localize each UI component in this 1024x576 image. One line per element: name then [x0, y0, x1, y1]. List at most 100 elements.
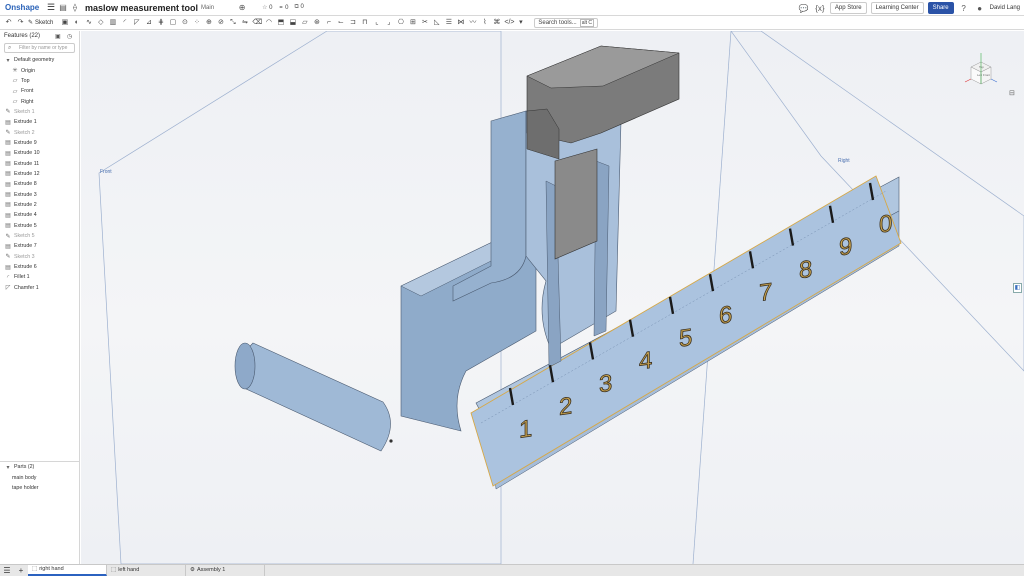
feature-item-extrude-12[interactable]: ▤ Extrude 12 — [0, 169, 79, 179]
loft-tool-icon[interactable]: ◇ — [96, 18, 105, 27]
feature-item-front[interactable]: ▱ Front — [0, 86, 79, 96]
feature-item-chamfer-1[interactable]: ◸ Chamfer 1 — [0, 283, 79, 293]
feature-item-extrude-1[interactable]: ▤ Extrude 1 — [0, 117, 79, 127]
sheet-metal-icon[interactable]: ⌐ — [324, 18, 333, 27]
hole-tool-icon[interactable]: ⊙ — [180, 18, 189, 27]
fillet-tool-icon[interactable]: ◜ — [120, 18, 129, 27]
shell-tool-icon[interactable]: ▢ — [168, 18, 177, 27]
mirror-tool-icon[interactable]: ⇋ — [240, 18, 249, 27]
feature-item-extrude-7[interactable]: ▤ Extrude 7 — [0, 241, 79, 251]
delete-part-icon[interactable]: ⌫ — [252, 18, 262, 27]
feature-item-extrude-2[interactable]: ▤ Extrude 2 — [0, 200, 79, 210]
document-title[interactable]: maslow measurement tool — [85, 3, 198, 13]
sweep-tool-icon[interactable]: ∿ — [84, 18, 93, 27]
modify-fillet-icon[interactable]: ◠ — [264, 18, 273, 27]
split-tool-icon[interactable]: ⊘ — [216, 18, 225, 27]
document-icon[interactable]: ▤ — [57, 3, 69, 12]
feature-item-right[interactable]: ▱ Right — [0, 96, 79, 106]
view-options-icon[interactable]: ⊟ — [1009, 90, 1015, 97]
corner-icon[interactable]: ⌞ — [372, 18, 381, 27]
display-states-icon[interactable]: ▣ — [55, 33, 61, 40]
curve-icon[interactable]: 〰 — [468, 18, 477, 27]
hem-icon[interactable]: ⊐ — [348, 18, 357, 27]
feature-item-origin[interactable]: ✳ Origin — [0, 65, 79, 75]
add-tab-icon[interactable]: + — [14, 565, 28, 576]
versions-icon[interactable]: ⟠ — [69, 3, 81, 12]
revolve-tool-icon[interactable]: ◐ — [72, 18, 81, 27]
boolean-tool-icon[interactable]: ⊕ — [204, 18, 213, 27]
rib-tool-icon[interactable]: ⋕ — [156, 18, 165, 27]
code-icon[interactable]: </> — [504, 18, 514, 27]
plane-tool-icon[interactable]: ▱ — [300, 18, 309, 27]
part-item-tape-holder[interactable]: tape holder — [0, 483, 79, 493]
avatar[interactable]: ● — [974, 4, 986, 13]
feature-item-fillet-1[interactable]: ◜ Fillet 1 — [0, 272, 79, 282]
replace-face-icon[interactable]: ⬒ — [276, 18, 285, 27]
feature-item-extrude-4[interactable]: ▤ Extrude 4 — [0, 210, 79, 220]
globe-icon[interactable]: ⊕ — [236, 3, 248, 12]
weld-icon[interactable]: ⋈ — [456, 18, 465, 27]
mate-connector-icon[interactable]: ⊛ — [312, 18, 321, 27]
parts-header[interactable]: ▾ Parts (2) — [0, 462, 79, 472]
link-count[interactable]: ⚭ 0 — [278, 4, 288, 11]
feature-item-sketch-3[interactable]: ✎ Sketch 3 — [0, 252, 79, 262]
copy-count[interactable]: ⧉ 0 — [295, 4, 304, 11]
search-tools-button[interactable]: Search tools... alt C — [534, 17, 599, 28]
flange-icon[interactable]: ⌙ — [336, 18, 345, 27]
feature-item-top[interactable]: ▱ Top — [0, 76, 79, 86]
model-view[interactable]: Front Right 1234567890 Left Front Top ⊟ — [81, 31, 1024, 564]
feature-item-extrude-10[interactable]: ▤ Extrude 10 — [0, 148, 79, 158]
frame-icon[interactable]: ⊞ — [408, 18, 417, 27]
like-count[interactable]: ☆ 0 — [262, 4, 272, 11]
helix-icon[interactable]: ⌇ — [480, 18, 489, 27]
gusset-icon[interactable]: ◺ — [432, 18, 441, 27]
form-icon[interactable]: ⎔ — [396, 18, 405, 27]
feature-filter-input[interactable]: ⌕ Filter by name or type — [4, 43, 75, 53]
feature-item-extrude-6[interactable]: ▤ Extrude 6 — [0, 262, 79, 272]
feature-item-extrude-9[interactable]: ▤ Extrude 9 — [0, 138, 79, 148]
feature-item-extrude-3[interactable]: ▤ Extrude 3 — [0, 189, 79, 199]
feature-item-sketch-5[interactable]: ✎ Sketch 5 — [0, 231, 79, 241]
part-item-main-body[interactable]: main body — [0, 472, 79, 482]
bend-relief-icon[interactable]: ⌟ — [384, 18, 393, 27]
menu-icon[interactable]: ☰ — [45, 2, 57, 13]
trim-icon[interactable]: ✂ — [420, 18, 429, 27]
tab-right-hand[interactable]: ⬚ right hand — [28, 565, 107, 576]
undo-icon[interactable]: ↶ — [4, 18, 13, 27]
offset-surface-icon[interactable]: ⬓ — [288, 18, 297, 27]
sketch-button[interactable]: ✎ Sketch — [28, 19, 53, 27]
feature-item-extrude-8[interactable]: ▤ Extrude 8 — [0, 179, 79, 189]
variables-icon[interactable]: {x} — [814, 4, 826, 13]
tab-tool-icon[interactable]: ⊓ — [360, 18, 369, 27]
feature-item-sketch-2[interactable]: ✎ Sketch 2 — [0, 127, 79, 137]
feature-item-extrude-5[interactable]: ▤ Extrude 5 — [0, 221, 79, 231]
learning-center-button[interactable]: Learning Center — [870, 2, 924, 14]
comment-icon[interactable]: 💬 — [798, 4, 810, 13]
share-button[interactable]: Share — [927, 2, 954, 14]
feature-item-default-geometry[interactable]: ▾ Default geometry — [0, 55, 79, 65]
cut-list-icon[interactable]: ☰ — [444, 18, 453, 27]
appearance-panel-icon[interactable]: ◧ — [1013, 283, 1022, 293]
branch-label[interactable]: Main — [201, 5, 214, 11]
transform-tool-icon[interactable]: ⤡ — [228, 18, 237, 27]
feature-item-sketch-1[interactable]: ✎ Sketch 1 — [0, 107, 79, 117]
onshape-logo[interactable]: Onshape — [5, 3, 41, 12]
redo-icon[interactable]: ↷ — [16, 18, 25, 27]
thicken-tool-icon[interactable]: ▥ — [108, 18, 117, 27]
feature-item-extrude-11[interactable]: ▤ Extrude 11 — [0, 158, 79, 168]
draft-tool-icon[interactable]: ⊿ — [144, 18, 153, 27]
view-cube[interactable]: Left Front Top — [964, 53, 998, 85]
tab-menu-icon[interactable]: ☰ — [0, 565, 14, 576]
custom-feature-icon[interactable]: ⌘ — [492, 18, 501, 27]
rollback-history-icon[interactable]: ◷ — [67, 33, 72, 40]
tab-assembly-1[interactable]: ⚙ Assembly 1 — [186, 565, 265, 576]
chamfer-tool-icon[interactable]: ◸ — [132, 18, 141, 27]
graphics-viewport[interactable]: Front Right 1 2 3 4 5 6 7 8 9 0 Left Fro… — [81, 31, 1024, 564]
more-tools-icon[interactable]: ▾ — [516, 18, 525, 27]
tab-left-hand[interactable]: ⬚ left hand — [107, 565, 186, 576]
app-store-button[interactable]: App Store — [829, 2, 867, 14]
pattern-tool-icon[interactable]: ⁘ — [192, 18, 201, 27]
help-icon[interactable]: ? — [958, 4, 970, 13]
user-name[interactable]: David Lang — [990, 5, 1020, 11]
extrude-tool-icon[interactable]: ▣ — [60, 18, 69, 27]
